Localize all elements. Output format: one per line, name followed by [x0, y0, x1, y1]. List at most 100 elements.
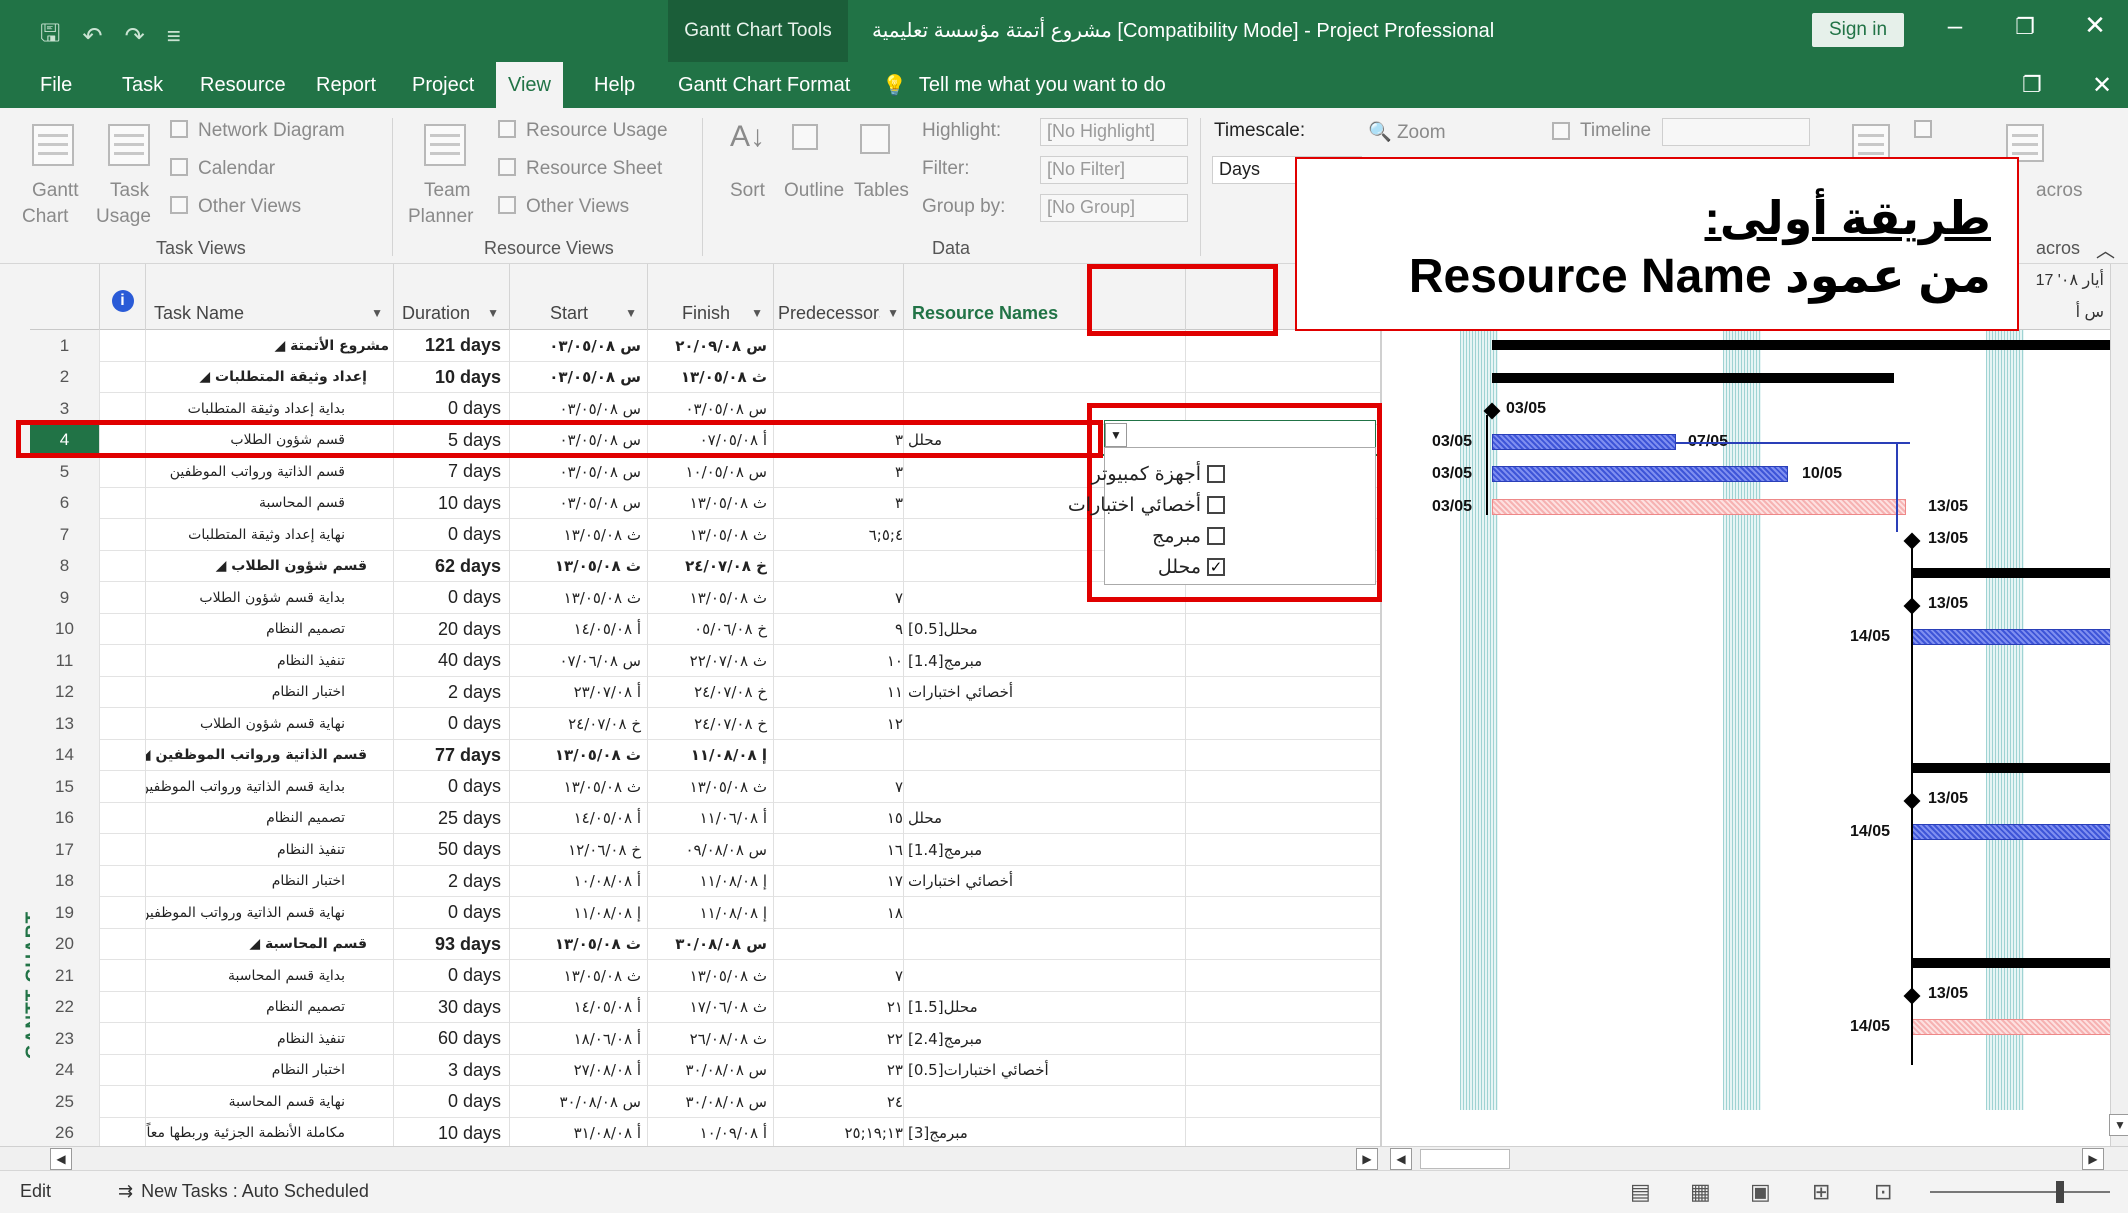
- task-name-cell[interactable]: تنفيذ النظام: [146, 834, 394, 866]
- resource-names-cell[interactable]: أخصائي اختبارات: [904, 676, 1186, 708]
- sort-button[interactable]: Sort: [730, 180, 765, 202]
- chevron-down-icon[interactable]: ▼: [625, 306, 637, 320]
- collapse-ribbon-icon[interactable]: ︿: [2096, 236, 2115, 263]
- summary-bar[interactable]: [1492, 340, 2110, 350]
- scroll-left-icon[interactable]: ◀: [50, 1148, 72, 1170]
- task-usage-button[interactable]: Task: [110, 180, 149, 202]
- arrange-icon[interactable]: [1914, 120, 1932, 138]
- finish-cell[interactable]: ث ١٣/٠٥/٠٨: [648, 361, 774, 393]
- predecessors-cell[interactable]: ١٣;١٩;٢٥: [774, 1117, 904, 1146]
- predecessors-cell[interactable]: ٣: [774, 456, 904, 488]
- resource-cell-editor[interactable]: ▼: [1104, 420, 1376, 450]
- vertical-scrollbar[interactable]: ▼: [2109, 264, 2128, 1146]
- finish-cell[interactable]: إ ١١/٠٨/٠٨: [648, 739, 774, 771]
- summary-bar[interactable]: [1912, 762, 2110, 773]
- finish-cell[interactable]: س ٣٠/٠٨/٠٨: [648, 1086, 774, 1118]
- ribbon-close-icon[interactable]: ✕: [2080, 62, 2124, 108]
- finish-cell[interactable]: س ٠٩/٠٨/٠٨: [648, 834, 774, 866]
- dependency-line-blue[interactable]: [1676, 441, 1910, 444]
- duration-cell[interactable]: 0 days: [394, 519, 510, 551]
- start-cell[interactable]: خ ١٢/٠٦/٠٨: [510, 834, 648, 866]
- row-id[interactable]: 14: [30, 739, 100, 771]
- critical-task-bar[interactable]: [1492, 498, 1906, 515]
- resource-names-cell[interactable]: محلل[1.5]: [904, 991, 1186, 1023]
- finish-cell[interactable]: ث ٢٢/٠٧/٠٨: [648, 645, 774, 677]
- resource-names-cell[interactable]: [904, 897, 1186, 929]
- scroll-right-icon[interactable]: ▶: [1356, 1148, 1378, 1170]
- tables-button[interactable]: Tables: [854, 180, 909, 202]
- finish-cell[interactable]: ث ١٣/٠٥/٠٨: [648, 960, 774, 992]
- duration-cell[interactable]: 121 days: [394, 330, 510, 362]
- start-cell[interactable]: أ ١٤/٠٥/٠٨: [510, 802, 648, 834]
- finish-cell[interactable]: س ٢٠/٠٩/٠٨: [648, 330, 774, 362]
- task-name-cell[interactable]: بداية قسم الذاتية ورواتب الموظفين: [146, 771, 394, 803]
- resource-usage-button[interactable]: Resource Usage: [526, 120, 668, 142]
- task-bar[interactable]: [1492, 466, 1788, 482]
- zoom-slider[interactable]: [1930, 1191, 2110, 1193]
- row-id[interactable]: 7: [30, 519, 100, 551]
- restore-icon[interactable]: ❐: [2000, 14, 2050, 40]
- duration-cell[interactable]: 3 days: [394, 1054, 510, 1086]
- task-name-cell[interactable]: اختبار النظام: [146, 1054, 394, 1086]
- checkbox-icon[interactable]: [1207, 465, 1225, 483]
- tab-resource[interactable]: Resource: [188, 62, 298, 108]
- row-id[interactable]: 24: [30, 1054, 100, 1086]
- row-id[interactable]: 15: [30, 771, 100, 803]
- start-cell[interactable]: ث ١٣/٠٥/٠٨: [510, 550, 648, 582]
- tab-project[interactable]: Project: [400, 62, 486, 108]
- checkbox-icon[interactable]: [1207, 527, 1225, 545]
- macros-button[interactable]: acros: [2036, 180, 2082, 202]
- scheduling-mode-button[interactable]: ⇉ New Tasks : Auto Scheduled: [118, 1181, 369, 1202]
- team-planner-button[interactable]: Team: [424, 180, 470, 202]
- resource-names-cell[interactable]: [904, 771, 1186, 803]
- predecessors-cell[interactable]: ٧: [774, 582, 904, 614]
- row-id[interactable]: 25: [30, 1086, 100, 1118]
- task-name-cell[interactable]: نهاية إعداد وثيقة المتطلبات: [146, 519, 394, 551]
- team-planner-icon[interactable]: [424, 124, 466, 166]
- finish-cell[interactable]: خ ٢٤/٠٧/٠٨: [648, 676, 774, 708]
- start-cell[interactable]: س ٠٣/٠٥/٠٨: [510, 487, 648, 519]
- duration-cell[interactable]: 77 days: [394, 739, 510, 771]
- resource-names-cell[interactable]: مبرمج[1.4]: [904, 834, 1186, 866]
- row-id[interactable]: 18: [30, 865, 100, 897]
- table-row[interactable]: 20 قسم المحاسبة ◢ 93 days ث ١٣/٠٥/٠٨ س ٣٠/٠٨…: [30, 928, 1380, 960]
- task-usage-shortcut-icon[interactable]: ▦: [1690, 1179, 1711, 1205]
- table-row[interactable]: 24 اختبار النظام 3 days أ ٢٧/٠٨/٠٨ س ٣٠/٠٨/٠…: [30, 1054, 1380, 1086]
- resource-names-cell[interactable]: [904, 708, 1186, 740]
- row-id[interactable]: 26: [30, 1117, 100, 1146]
- task-name-cell[interactable]: بداية قسم شؤون الطلاب: [146, 582, 394, 614]
- tab-gantt-chart-format[interactable]: Gantt Chart Format: [666, 62, 862, 108]
- predecessors-cell[interactable]: [774, 928, 904, 960]
- row-id[interactable]: 12: [30, 676, 100, 708]
- checkbox-icon[interactable]: [1207, 496, 1225, 514]
- close-icon[interactable]: ✕: [2070, 10, 2120, 41]
- summary-bar[interactable]: [1912, 567, 2110, 578]
- table-row[interactable]: 23 تنفيذ النظام 60 days أ ١٨/٠٦/٠٨ ث ٢٦/٠٨/٠…: [30, 1023, 1380, 1055]
- tab-report[interactable]: Report: [304, 62, 388, 108]
- chevron-down-icon[interactable]: ▼: [1105, 423, 1127, 447]
- duration-cell[interactable]: 30 days: [394, 991, 510, 1023]
- finish-cell[interactable]: ث ١٣/٠٥/٠٨: [648, 771, 774, 803]
- table-row[interactable]: 22 تصميم النظام 30 days أ ١٤/٠٥/٠٨ ث ١٧/٠٦/٠…: [30, 991, 1380, 1023]
- predecessors-cell[interactable]: ١٠: [774, 645, 904, 677]
- row-id[interactable]: 16: [30, 802, 100, 834]
- dependency-line-blue[interactable]: [1896, 441, 1898, 532]
- table-row[interactable]: 25 نهاية قسم المحاسبة 0 days س ٣٠/٠٨/٠٨ س ٣٠…: [30, 1086, 1380, 1118]
- group-by-dropdown[interactable]: [No Group]: [1040, 194, 1188, 222]
- start-cell[interactable]: أ ٢٣/٠٧/٠٨: [510, 676, 648, 708]
- start-cell[interactable]: س ٣٠/٠٨/٠٨: [510, 1086, 648, 1118]
- gantt-scroll-right-icon[interactable]: ▶: [2082, 1148, 2104, 1170]
- predecessors-cell[interactable]: ١٢: [774, 708, 904, 740]
- row-id[interactable]: 6: [30, 487, 100, 519]
- resource-names-cell[interactable]: مبرمج[3]: [904, 1117, 1186, 1146]
- finish-cell[interactable]: س ٣٠/٠٨/٠٨: [648, 1054, 774, 1086]
- duration-cell[interactable]: 10 days: [394, 361, 510, 393]
- start-cell[interactable]: أ ١٨/٠٦/٠٨: [510, 1023, 648, 1055]
- task-name-cell[interactable]: تنفيذ النظام: [146, 1023, 394, 1055]
- start-cell[interactable]: ث ١٣/٠٥/٠٨: [510, 960, 648, 992]
- duration-column-header[interactable]: Duration ▼: [394, 264, 510, 330]
- resource-names-cell[interactable]: محلل: [904, 802, 1186, 834]
- predecessors-cell[interactable]: ٧: [774, 960, 904, 992]
- row-id[interactable]: 1: [30, 330, 100, 362]
- resource-names-cell[interactable]: [904, 739, 1186, 771]
